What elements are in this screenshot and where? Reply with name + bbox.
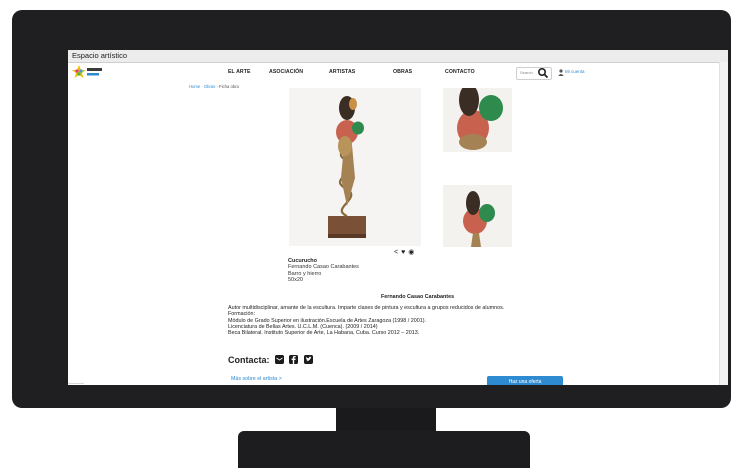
- artwork-size: 50x20: [288, 276, 303, 283]
- breadcrumb-current: Ficha obra: [219, 84, 239, 89]
- window-title: Espacio artístico: [72, 51, 128, 60]
- search-icon[interactable]: [537, 67, 549, 79]
- account-link[interactable]: Mi cuenta: [565, 69, 585, 74]
- artwork-actions: < ♥ ◉: [394, 248, 417, 256]
- site-logo[interactable]: [72, 65, 104, 79]
- monitor-frame: Espacio artístico EL ARTE ASOCIACIÓN ART…: [12, 10, 731, 408]
- make-offer-button[interactable]: Haz una oferta: [487, 376, 563, 385]
- artwork-thumbnail-2[interactable]: [443, 185, 512, 247]
- user-icon: [558, 69, 564, 76]
- divider: [68, 383, 84, 384]
- contact-label: Contacta:: [228, 355, 270, 365]
- browser-window: Espacio artístico EL ARTE ASOCIACIÓN ART…: [68, 50, 728, 385]
- nav-asociacion[interactable]: ASOCIACIÓN: [269, 69, 303, 75]
- more-about-artist-link[interactable]: Más sobre el artista >: [231, 376, 282, 382]
- artwork-main-image[interactable]: [289, 88, 421, 246]
- nav-obras[interactable]: OBRAS: [393, 69, 412, 75]
- twitter-icon[interactable]: [304, 355, 313, 364]
- monitor-neck: [336, 408, 436, 432]
- breadcrumb-home[interactable]: Home: [189, 84, 200, 89]
- breadcrumb: Home · Obras · Ficha obra: [189, 84, 239, 89]
- bio-line: Beca Bilateral. Instituto Superior de Ar…: [228, 330, 420, 337]
- search-placeholder: Search: [520, 70, 533, 75]
- artwork-artist[interactable]: Fernando Casao Carabantes: [288, 264, 359, 270]
- monitor-base: [238, 431, 530, 468]
- heart-icon[interactable]: ♥: [401, 249, 405, 256]
- nav-contacto[interactable]: CONTACTO: [445, 69, 475, 75]
- eye-icon[interactable]: ◉: [408, 249, 414, 256]
- artwork-thumbnail-1[interactable]: [443, 88, 512, 152]
- window-titlebar: Espacio artístico: [68, 50, 728, 63]
- facebook-icon[interactable]: [289, 355, 298, 364]
- artist-bio: Autor multidisciplinar, amante de la esc…: [228, 305, 628, 336]
- share-icon[interactable]: <: [394, 249, 398, 256]
- artist-name-heading: Fernando Casao Carabantes: [381, 294, 455, 300]
- email-icon[interactable]: [275, 355, 284, 364]
- nav-el-arte[interactable]: EL ARTE: [228, 69, 251, 75]
- artwork-info: Cucurucho Fernando Casao Carabantes Barr…: [288, 258, 359, 283]
- scrollbar[interactable]: [719, 62, 728, 385]
- nav-artistas[interactable]: ARTISTAS: [329, 69, 355, 75]
- breadcrumb-obras[interactable]: Obras: [204, 84, 215, 89]
